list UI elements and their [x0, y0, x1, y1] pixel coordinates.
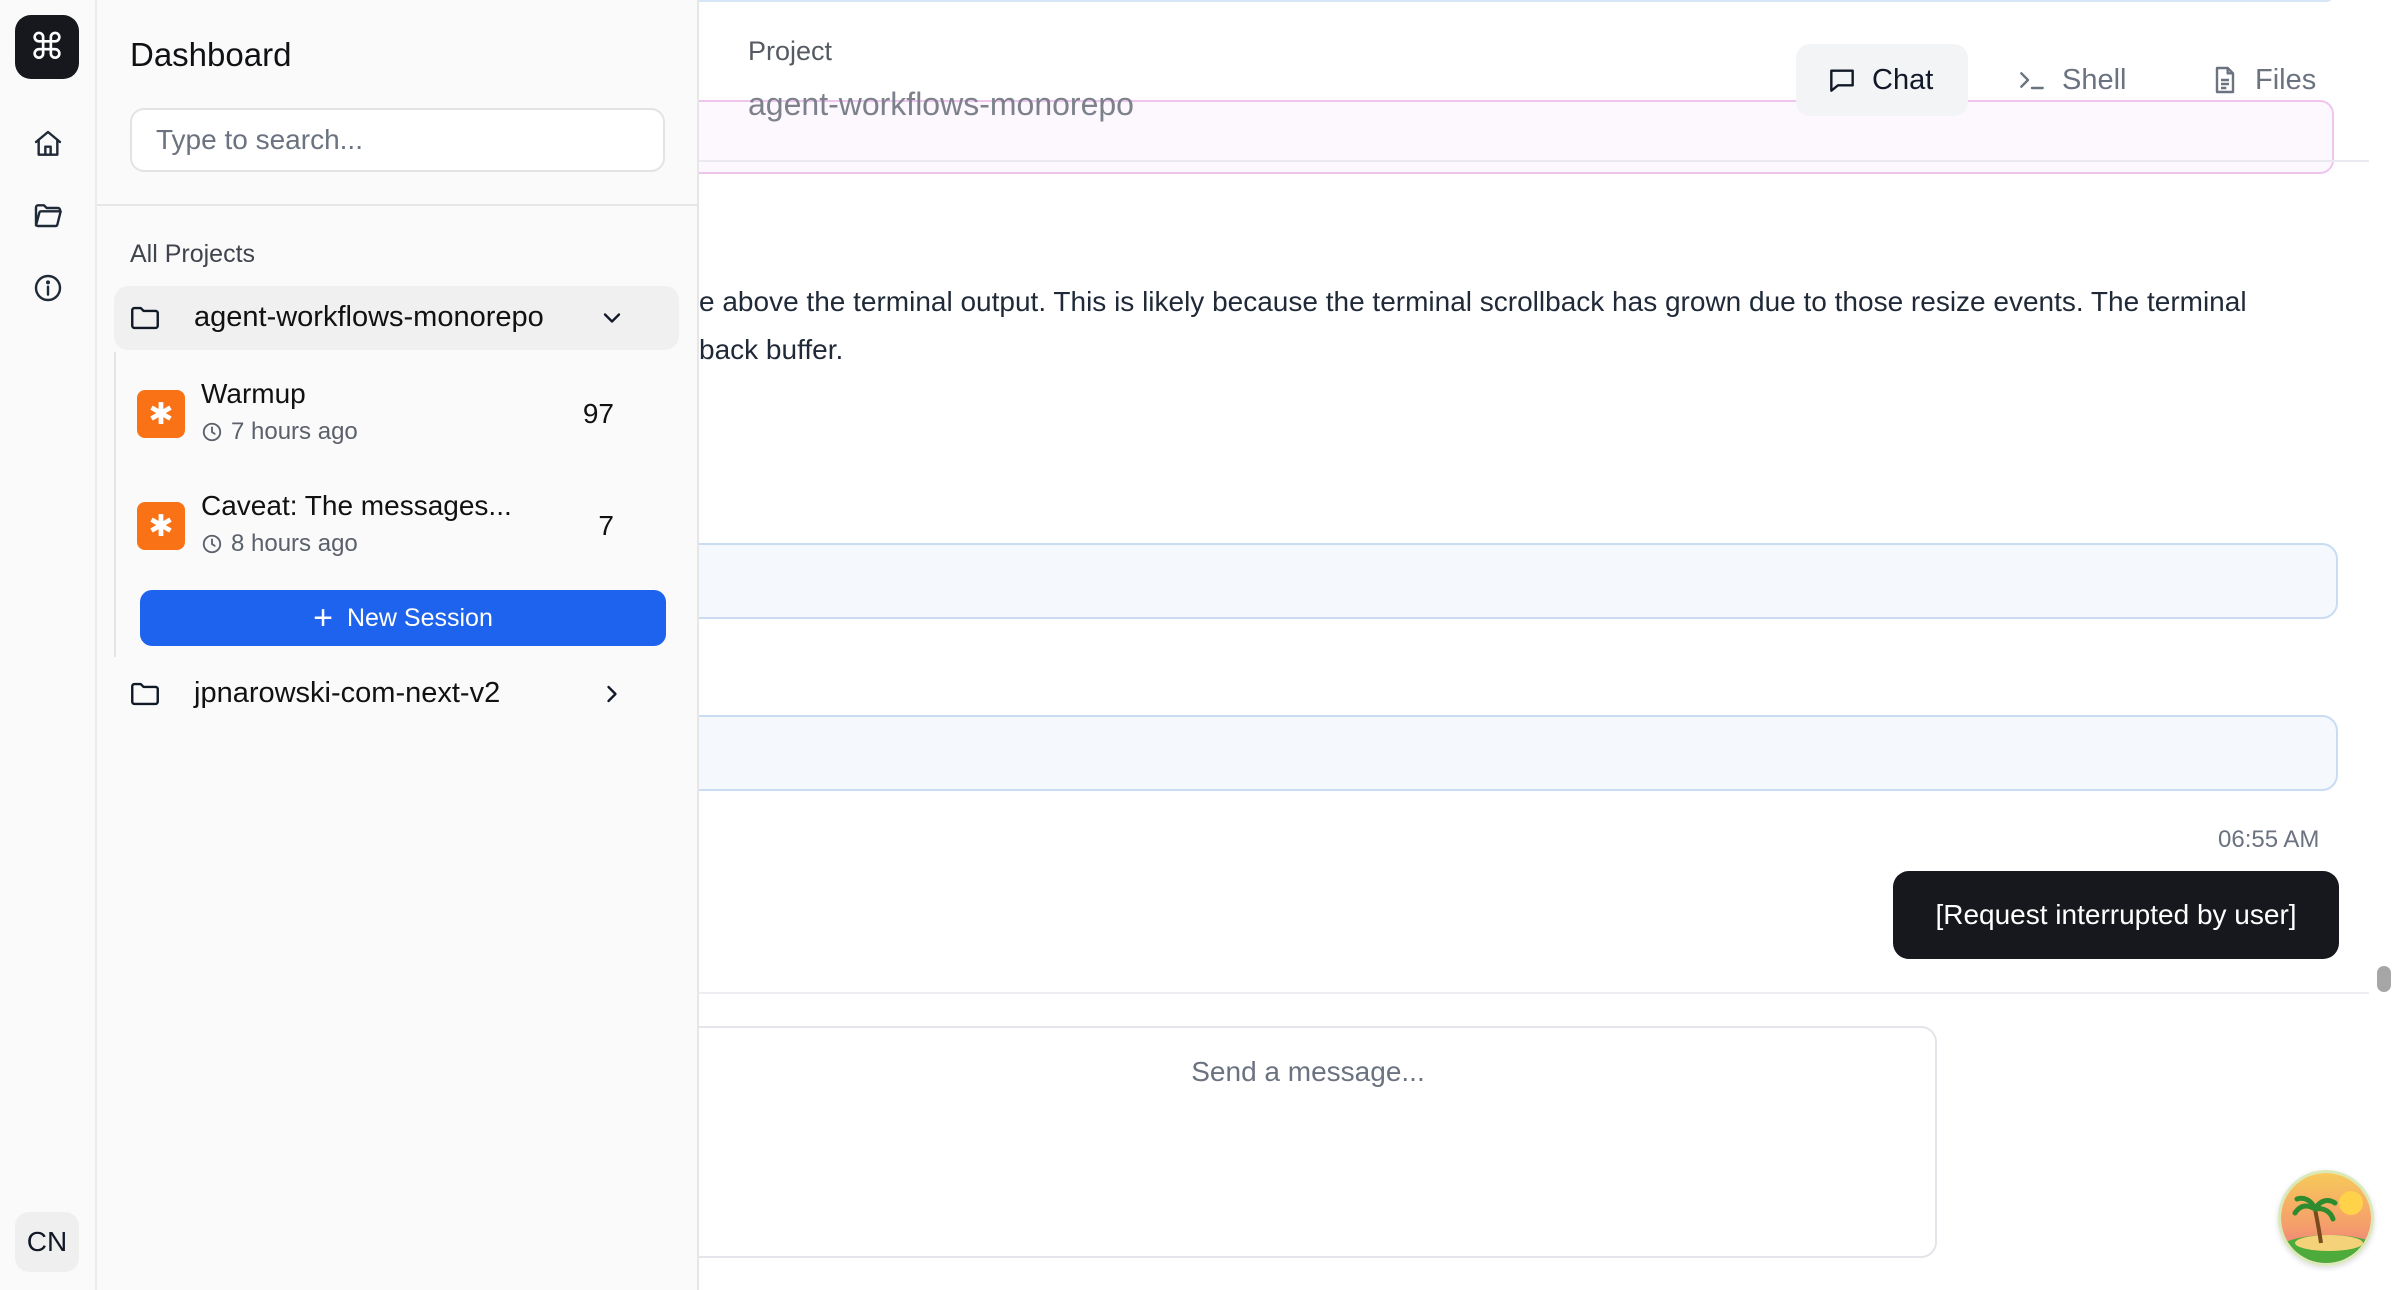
- project-item-agent-workflows-monorepo[interactable]: agent-workflows-monorepo: [114, 286, 679, 350]
- search-input[interactable]: [130, 108, 665, 172]
- tool-call-block[interactable]: [699, 543, 2338, 619]
- assistant-message-line: back buffer.: [699, 334, 844, 365]
- session-title: Caveat: The messages...: [201, 490, 512, 521]
- session-title: Warmup: [201, 378, 306, 409]
- terminal-prompt-icon: [2020, 72, 2044, 90]
- message-composer: [699, 1026, 1937, 1258]
- session-message-count: 97: [582, 398, 614, 429]
- chat-main: Project agent-workflows-monorepo Chat Sh…: [699, 0, 2400, 1290]
- sidebar-title: Dashboard: [130, 36, 292, 73]
- session-time: 7 hours ago: [201, 418, 358, 446]
- project-sidebar: Dashboard All Projects agent-workflows-m…: [97, 0, 699, 1290]
- session-tree-line: [114, 352, 116, 657]
- command-logo-icon[interactable]: ⌘: [15, 15, 79, 79]
- session-time: 8 hours ago: [201, 530, 358, 558]
- plus-icon: +: [313, 599, 333, 637]
- project-name: jpnarowski-com-next-v2: [194, 677, 501, 709]
- chevron-right-icon[interactable]: [598, 680, 626, 708]
- info-icon: [34, 274, 62, 302]
- asterisk-session-icon: ✱: [137, 390, 185, 438]
- tab-shell[interactable]: Shell: [1986, 44, 2157, 116]
- tab-files-label: Files: [2255, 63, 2317, 96]
- folder-open-icon: [34, 204, 62, 228]
- clock-icon: [202, 534, 222, 554]
- app-root: ⌘ CN Dashboard All Projects: [0, 0, 2400, 1290]
- message-timestamp: 06:55 AM: [2218, 826, 2320, 853]
- chevron-down-icon[interactable]: [598, 304, 626, 332]
- session-item[interactable]: ✱ Warmup 7 hours ago 97: [137, 370, 657, 456]
- folder-icon: [131, 682, 159, 706]
- assistant-message-line: e above the terminal output. This is lik…: [699, 286, 2247, 317]
- session-time-text: 8 hours ago: [231, 530, 358, 557]
- projects-button[interactable]: [20, 188, 76, 244]
- session-message-count: 7: [598, 510, 614, 541]
- header-divider: [699, 160, 2369, 162]
- assistant-message: e above the terminal output. This is lik…: [699, 278, 2247, 374]
- file-document-icon: [2215, 66, 2235, 94]
- project-item-jpnarowski-com-next-v2[interactable]: jpnarowski-com-next-v2: [114, 662, 679, 726]
- session-item[interactable]: ✱ Caveat: The messages... 8 hours ago 7: [137, 482, 657, 568]
- tab-shell-label: Shell: [2062, 63, 2127, 96]
- project-name-header: agent-workflows-monorepo: [748, 86, 1134, 122]
- clock-icon: [202, 422, 222, 442]
- composer-divider: [699, 992, 2369, 994]
- tab-chat-label: Chat: [1872, 63, 1934, 96]
- asterisk-session-icon: ✱: [137, 502, 185, 550]
- beach-avatar-button[interactable]: [2278, 1170, 2374, 1266]
- chat-bubble-icon: [1830, 69, 1854, 92]
- folder-icon: [131, 306, 159, 330]
- user-message-bubble: [Request interrupted by user]: [1893, 871, 2339, 959]
- session-time-text: 7 hours ago: [231, 418, 358, 445]
- tab-chat[interactable]: Chat: [1796, 44, 1968, 116]
- user-avatar[interactable]: CN: [15, 1212, 79, 1272]
- info-button[interactable]: [20, 260, 76, 316]
- home-button[interactable]: [20, 116, 76, 172]
- tab-files[interactable]: Files: [2179, 44, 2346, 116]
- project-label: Project: [748, 36, 833, 66]
- previous-block-edge: [699, 0, 2334, 2]
- palm-beach-icon: [2281, 1173, 2371, 1263]
- tool-call-block[interactable]: [699, 715, 2338, 791]
- project-name: agent-workflows-monorepo: [194, 301, 544, 333]
- new-session-button[interactable]: + New Session: [140, 590, 666, 646]
- message-input[interactable]: [699, 1028, 1935, 1256]
- sidebar-divider: [97, 204, 697, 206]
- section-label: All Projects: [130, 240, 256, 268]
- new-session-label: New Session: [346, 603, 493, 632]
- home-icon: [34, 130, 62, 156]
- icon-rail: ⌘ CN: [0, 0, 97, 1290]
- scrollbar-thumb[interactable]: [2377, 966, 2391, 992]
